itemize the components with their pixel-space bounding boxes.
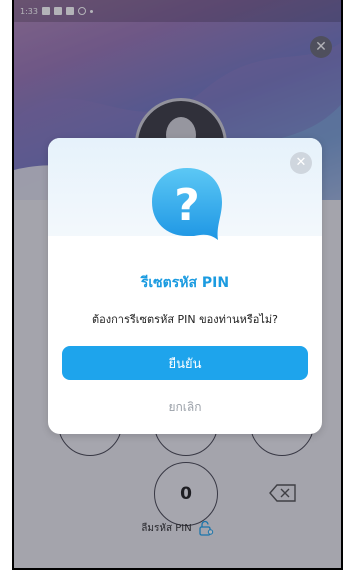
question-mark-icon: ? <box>152 168 222 240</box>
dialog-title: รีเซตรหัส PIN <box>140 275 230 291</box>
close-icon[interactable]: ✕ <box>290 152 312 174</box>
dialog-message: ต้องการรีเซตรหัส PIN ของท่านหรือไม่? <box>92 313 278 326</box>
cancel-button[interactable]: ยกเลิก <box>62 394 308 420</box>
confirm-button[interactable]: ยืนยัน <box>62 346 308 380</box>
app-screen: 1:33 ✕ 0 ลืมรหัส PIN ✕ ? รีเซตรหัส PIN ต… <box>12 0 343 570</box>
reset-pin-dialog: ✕ ? รีเซตรหัส PIN ต้องการรีเซตรหัส PIN ข… <box>48 138 322 434</box>
svg-text:?: ? <box>174 180 200 231</box>
